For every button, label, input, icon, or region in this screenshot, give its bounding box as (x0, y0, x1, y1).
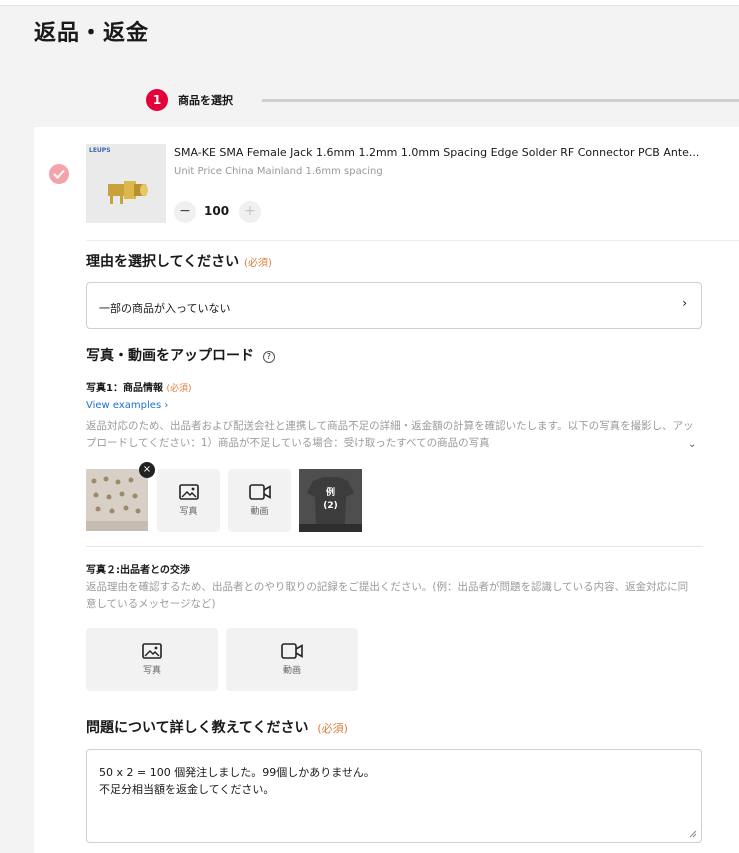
resize-handle-icon[interactable] (689, 830, 697, 838)
example-count: (2) (323, 501, 338, 511)
upload-heading: 写真・動画をアップロード ? (86, 345, 275, 365)
video-tile-label: 動画 (282, 666, 301, 676)
product-title[interactable]: SMA-KE SMA Female Jack 1.6mm 1.2mm 1.0mm… (174, 146, 734, 159)
product-thumbnail[interactable]: LEUPS (86, 144, 166, 223)
details-heading-text: 問題について詳しく教えてください (86, 720, 309, 736)
video-icon (228, 484, 291, 500)
uploaded-photo-image (86, 469, 148, 531)
photo2-label: 写真２:出品者との交渉 (86, 565, 190, 576)
add-photo-button[interactable]: 写真 (157, 469, 220, 532)
required-tag: (必須) (317, 722, 348, 735)
example-label: 例 (325, 488, 335, 498)
product-variant: Unit Price China Mainland 1.6mm spacing (174, 166, 383, 177)
photo-tile-label: 写真 (179, 507, 198, 517)
reason-select[interactable]: 一部の商品が入っていない › (86, 282, 702, 329)
photo-tile-label: 写真 (142, 666, 161, 676)
divider (86, 240, 739, 241)
quantity-value: 100 (204, 204, 230, 218)
quantity-decrease-button[interactable]: − (174, 201, 196, 223)
details-line-2: 不足分相当額を返金してください。 (99, 783, 275, 796)
image-icon (86, 643, 218, 659)
reason-heading: 理由を選択してください (必須) (86, 251, 272, 271)
video-tile-label: 動画 (250, 507, 269, 517)
add-video-button[interactable]: 動画 (228, 469, 291, 532)
photo1-label-text: 写真1：商品情報 (86, 383, 163, 394)
details-textarea[interactable]: 50 x 2 = 100 個発注しました。99個しかありません。 不足分相当額を… (86, 749, 702, 843)
divider (86, 546, 703, 547)
view-examples-link[interactable]: View examples › (86, 400, 168, 411)
required-tag: (必須) (244, 258, 272, 269)
step-progress-line (262, 99, 739, 102)
page-title: 返品・返金 (34, 21, 150, 46)
photo1-label: 写真1：商品情報 (必須) (86, 379, 191, 394)
chevron-down-icon[interactable]: ⌄ (688, 439, 696, 450)
help-icon[interactable]: ? (262, 351, 275, 363)
add-video-button[interactable]: 動画 (226, 628, 358, 691)
required-tag: (必須) (166, 384, 192, 394)
video-icon (226, 643, 358, 659)
connector-image (108, 181, 148, 204)
stepper: 1 商品を選択 (146, 89, 739, 111)
add-photo-button[interactable]: 写真 (86, 628, 218, 691)
example-photos[interactable]: 例 (2) (299, 469, 362, 532)
remove-photo-button[interactable]: × (139, 462, 155, 478)
step-label: 商品を選択 (178, 94, 233, 107)
quantity-increase-button[interactable]: + (239, 201, 261, 223)
top-bar (0, 0, 739, 6)
example-label-wrap: 例 (2) (299, 487, 362, 513)
reason-selected-value: 一部の商品が入っていない (99, 302, 231, 315)
item-selected-checkbox[interactable] (49, 164, 69, 184)
photo1-description: 返品対応のため、出品者および配送会社と連携して商品不足の詳細・返金額の計算を確認… (86, 420, 694, 448)
return-form-card: LEUPS SMA-KE SMA Female Jack 1.6mm 1.2mm… (34, 127, 739, 853)
brand-logo: LEUPS (89, 147, 111, 154)
image-icon (157, 484, 220, 500)
details-line-1: 50 x 2 = 100 個発注しました。99個しかありません。 (99, 766, 375, 779)
uploaded-photo-thumbnail[interactable] (86, 469, 148, 531)
upload-heading-text: 写真・動画をアップロード (86, 348, 254, 364)
chevron-right-icon: › (682, 296, 687, 310)
details-heading: 問題について詳しく教えてください (必須) (86, 717, 348, 737)
reason-heading-text: 理由を選択してください (86, 254, 240, 270)
photo2-description: 返品理由を確認するため、出品者とのやり取りの記録をご提出ください。(例：出品者が… (86, 581, 689, 610)
step-number-badge: 1 (146, 89, 168, 111)
